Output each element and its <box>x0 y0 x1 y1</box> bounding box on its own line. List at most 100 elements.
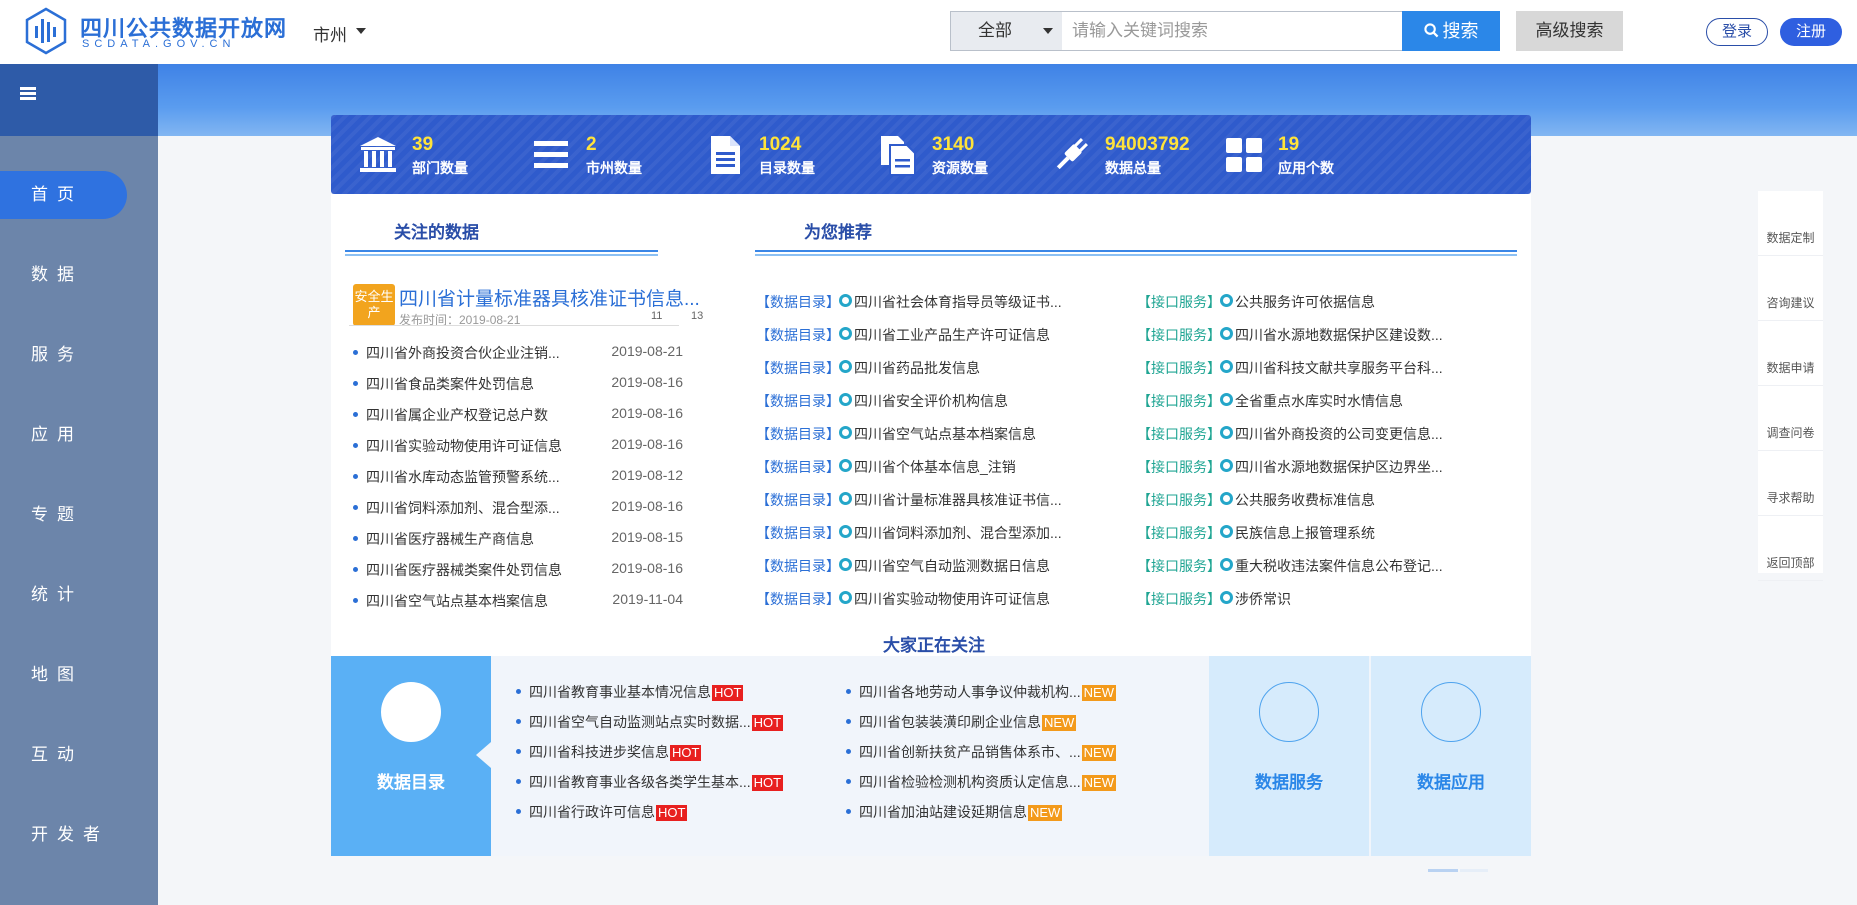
sidebar-item-map[interactable]: 地图 <box>0 651 158 699</box>
new-badge: NEW <box>1081 775 1117 791</box>
sidebar: 首页 数据 服务 应用 专题 统计 地图 互动 开发者 <box>0 64 158 905</box>
tab-pointer-icon <box>476 742 491 768</box>
scope-caret-down-icon[interactable] <box>1043 28 1053 34</box>
item-title: 四川省检验检测机构资质认定信息... <box>859 774 1081 790</box>
item-name: 四川省食品类案件处罚信息 <box>366 376 534 392</box>
followed-list-item[interactable]: 四川省空气站点基本档案信息 2019-11-04 <box>353 590 683 610</box>
register-button[interactable]: 注册 <box>1780 18 1842 46</box>
followed-list-item[interactable]: 四川省外商投资合伙企业注销... 2019-08-21 <box>353 342 683 362</box>
stats-bar: 39 部门数量 2 市州数量 1024 目录数量 3140 资源数量 94003… <box>331 115 1531 194</box>
ring-icon <box>839 492 852 505</box>
sidebar-item-services[interactable]: 服务 <box>0 331 158 379</box>
ring-icon <box>839 327 852 340</box>
stat-value: 3140 <box>932 134 975 155</box>
divider <box>349 325 679 326</box>
sidebar-item-developer[interactable]: 开发者 <box>0 811 158 859</box>
toolbar-consult[interactable]: 咨询建议 <box>1758 256 1823 321</box>
bullet <box>353 381 358 386</box>
bullet <box>353 598 358 603</box>
toolbar-label: 返回顶部 <box>1766 556 1815 570</box>
followed-list-item[interactable]: 四川省医疗器械类案件处罚信息 2019-08-16 <box>353 559 683 579</box>
item-name: 四川省药品批发信息 <box>854 360 980 376</box>
pager-dot-active[interactable] <box>1428 869 1458 872</box>
item-name: 四川省教育事业基本情况信息 HOT <box>529 682 744 702</box>
api-tag: 【接口服务】 <box>1137 525 1221 541</box>
login-button[interactable]: 登录 <box>1706 18 1768 46</box>
content-panel: 关注的数据 为您推荐 安全生产 四川省计量标准器具核准证书信息... 发布时间：… <box>331 194 1531 856</box>
item-name: 四川省社会体育指导员等级证书... <box>854 294 1062 310</box>
followed-list-item[interactable]: 四川省饲料添加剂、混合型添... 2019-08-16 <box>353 497 683 517</box>
toolbar-label: 数据定制 <box>1766 231 1815 245</box>
toolbar-custom-data[interactable]: 数据定制 <box>1758 191 1823 256</box>
stat-value: 1024 <box>759 134 802 155</box>
item-date: 2019-08-16 <box>611 498 683 514</box>
new-badge: NEW <box>1028 805 1063 821</box>
sidebar-item-apps[interactable]: 应用 <box>0 411 158 459</box>
city-caret-down-icon[interactable] <box>356 28 366 34</box>
item-name: 四川省医疗器械生产商信息 <box>366 531 534 547</box>
followed-list-item[interactable]: 四川省实验动物使用许可证信息 2019-08-16 <box>353 435 683 455</box>
item-name: 全省重点水库实时水情信息 <box>1235 393 1403 409</box>
sidebar-header <box>0 64 158 136</box>
plug-icon <box>1056 138 1088 170</box>
ring-icon <box>839 525 852 538</box>
popular-area: 数据目录 四川省教育事业基本情况信息 HOT 四川省空气自动监测站点实时数据...… <box>331 656 1531 856</box>
site-logo[interactable]: 四川公共数据开放网 SCDATA.GOV.CN <box>22 5 286 57</box>
followed-list-item[interactable]: 四川省属企业产权登记总户数 2019-08-16 <box>353 404 683 424</box>
ring-icon <box>1220 360 1233 373</box>
ring-icon <box>839 294 852 307</box>
bullet <box>353 505 358 510</box>
ring-icon <box>1220 426 1233 439</box>
sidebar-item-topics[interactable]: 专题 <box>0 491 158 539</box>
popular-catalog-tab[interactable]: 数据目录 <box>331 656 491 856</box>
catalog-tag: 【数据目录】 <box>756 459 840 475</box>
bullet <box>353 474 358 479</box>
search-button[interactable]: 搜索 <box>1402 11 1500 51</box>
api-tag: 【接口服务】 <box>1137 591 1221 607</box>
catalog-tag: 【数据目录】 <box>756 294 840 310</box>
item-date: 2019-08-16 <box>611 405 683 421</box>
featured-title-link[interactable]: 四川省计量标准器具核准证书信息... <box>399 284 700 311</box>
hot-badge: HOT <box>656 805 688 821</box>
ring-icon <box>839 426 852 439</box>
menu-icon[interactable] <box>20 87 36 101</box>
api-tag: 【接口服务】 <box>1137 327 1221 343</box>
sidebar-item-statistics[interactable]: 统计 <box>0 571 158 619</box>
sidebar-item-data[interactable]: 数据 <box>0 251 158 299</box>
toolbar-back-to-top[interactable]: 返回顶部 <box>1758 516 1823 581</box>
followed-list-item[interactable]: 四川省食品类案件处罚信息 2019-08-16 <box>353 373 683 393</box>
city-select[interactable]: 市州 <box>313 21 347 46</box>
popular-app-tab[interactable]: 数据应用 <box>1371 656 1531 856</box>
stat-value: 19 <box>1278 134 1300 155</box>
advanced-search-button[interactable]: 高级搜索 <box>1516 11 1623 51</box>
followed-data-title[interactable]: 关注的数据 <box>394 218 479 243</box>
search-input[interactable] <box>1062 11 1403 51</box>
recommend-title[interactable]: 为您推荐 <box>804 218 872 243</box>
bullet <box>353 443 358 448</box>
catalog-tag: 【数据目录】 <box>756 327 840 343</box>
api-tag: 【接口服务】 <box>1137 393 1221 409</box>
service-tab-label: 数据服务 <box>1255 773 1323 792</box>
followed-list-item[interactable]: 四川省医疗器械生产商信息 2019-08-15 <box>353 528 683 548</box>
popular-title: 大家正在关注 <box>883 636 985 655</box>
toolbar-help[interactable]: 寻求帮助 <box>1758 451 1823 516</box>
sidebar-item-interaction[interactable]: 互动 <box>0 731 158 779</box>
toolbar-label: 咨询建议 <box>1766 296 1815 310</box>
toolbar-data-request[interactable]: 数据申请 <box>1758 321 1823 386</box>
popular-service-tab[interactable]: 数据服务 <box>1209 656 1369 856</box>
toolbar-label: 数据申请 <box>1766 361 1815 375</box>
search-button-label: 搜索 <box>1442 21 1479 41</box>
item-name: 四川省科技文献共享服务平台科... <box>1235 360 1443 376</box>
hot-badge: HOT <box>751 775 784 791</box>
toolbar-survey[interactable]: 调查问卷 <box>1758 386 1823 451</box>
item-date: 2019-08-12 <box>611 467 683 483</box>
stat-value: 39 <box>412 134 434 155</box>
followed-list-item[interactable]: 四川省水库动态监管预警系统... 2019-08-12 <box>353 466 683 486</box>
stat-value: 94003792 <box>1105 134 1190 155</box>
ring-icon <box>1220 525 1233 538</box>
item-name: 四川省实验动物使用许可证信息 <box>366 438 562 454</box>
sidebar-item-home[interactable]: 首页 <box>0 171 127 219</box>
item-name: 重大税收违法案件信息公布登记... <box>1235 558 1443 574</box>
item-title: 四川省空气自动监测站点实时数据... <box>529 714 751 730</box>
pager-dot[interactable] <box>1460 869 1488 872</box>
